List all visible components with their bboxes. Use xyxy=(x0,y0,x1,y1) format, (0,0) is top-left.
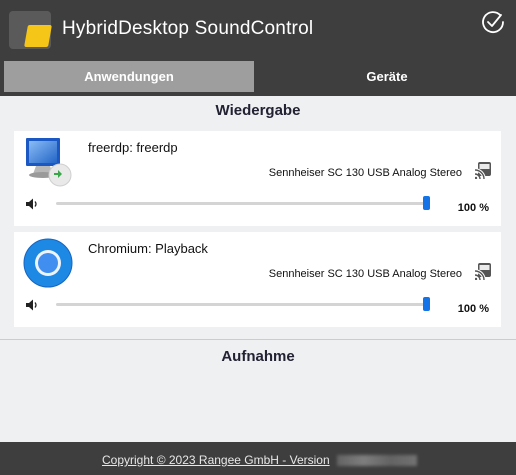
output-device-icon[interactable] xyxy=(475,162,492,179)
output-device-name: Sennheiser SC 130 USB Analog Stereo xyxy=(268,268,462,280)
volume-slider-thumb[interactable] xyxy=(423,297,430,311)
stream-app-name: freerdp: freerdp xyxy=(88,140,178,155)
chromium-icon xyxy=(23,238,73,288)
app-logo xyxy=(9,11,52,49)
section-divider xyxy=(0,339,516,340)
stream-app-name: Chromium: Playback xyxy=(88,241,208,256)
output-device-icon[interactable] xyxy=(475,263,492,280)
volume-slider-thumb[interactable] xyxy=(423,196,430,210)
volume-slider[interactable] xyxy=(56,196,430,210)
tab-geraete[interactable]: Geräte xyxy=(258,61,516,92)
check-circle-icon[interactable] xyxy=(480,9,506,35)
remote-desktop-icon xyxy=(26,138,72,187)
speaker-icon[interactable] xyxy=(25,298,39,312)
playback-stream-card: Chromium: Playback Sennheiser SC 130 USB… xyxy=(14,232,501,327)
output-device-name: Sennheiser SC 130 USB Analog Stereo xyxy=(268,167,462,179)
tab-bar: Anwendungen Geräte xyxy=(0,60,516,96)
playback-stream-card: freerdp: freerdp Sennheiser SC 130 USB A… xyxy=(14,131,501,226)
footer: Copyright © 2023 Rangee GmbH - Version xyxy=(0,442,516,475)
section-title-playback: Wiedergabe xyxy=(215,102,301,119)
section-title-recording: Aufnahme xyxy=(221,348,295,365)
app-title: HybridDesktop SoundControl xyxy=(62,18,314,39)
tab-anwendungen[interactable]: Anwendungen xyxy=(4,61,254,92)
speaker-icon[interactable] xyxy=(25,197,39,211)
volume-percent: 100 % xyxy=(457,202,489,214)
volume-slider[interactable] xyxy=(56,297,430,311)
redacted-version xyxy=(337,455,417,466)
title-bar: HybridDesktop SoundControl xyxy=(0,0,516,60)
volume-percent: 100 % xyxy=(457,303,489,315)
copyright-link[interactable]: Copyright © 2023 Rangee GmbH - Version xyxy=(102,453,330,467)
